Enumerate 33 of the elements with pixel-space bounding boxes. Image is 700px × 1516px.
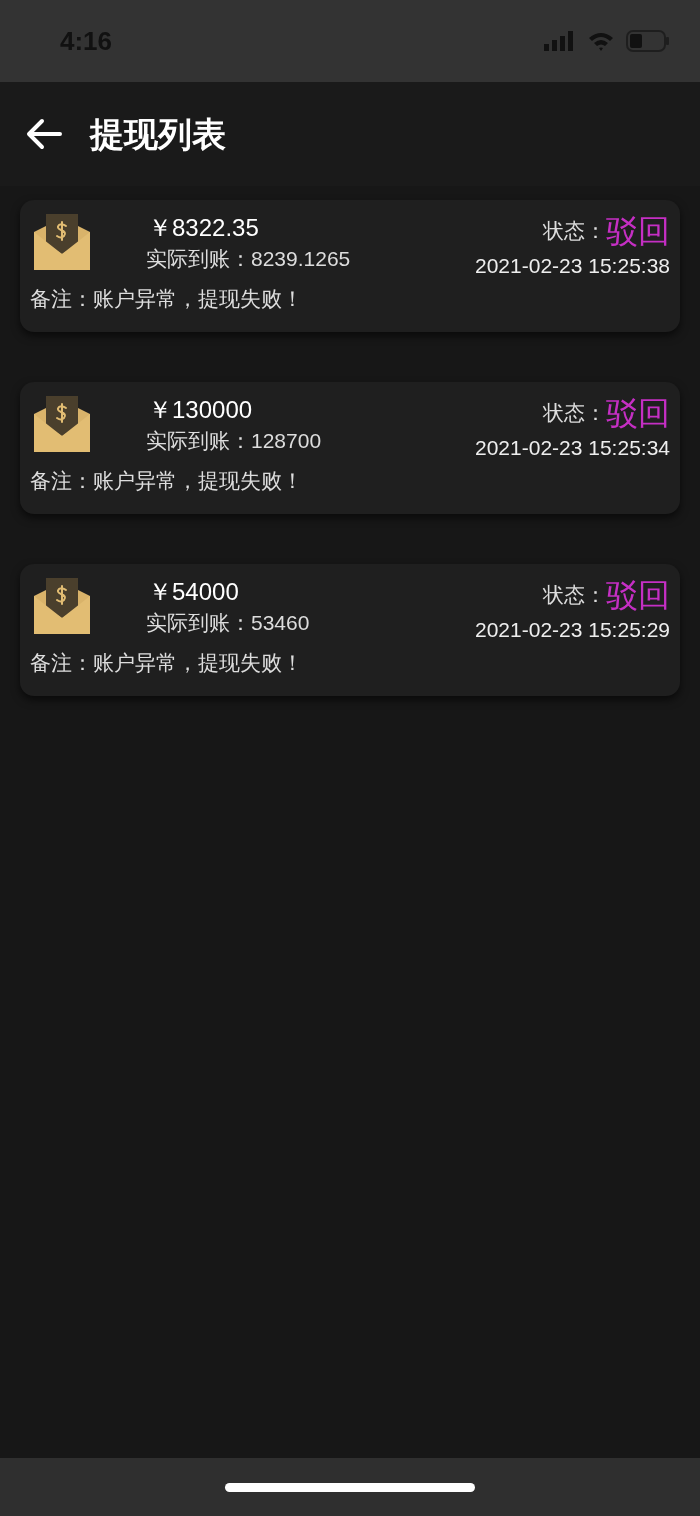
received-label: 实际到账： — [146, 428, 251, 454]
money-envelope-icon — [34, 578, 90, 634]
battery-icon — [626, 30, 670, 52]
status-label: 状态： — [543, 582, 606, 609]
status-label: 状态： — [543, 400, 606, 427]
page-title: 提现列表 — [90, 113, 226, 155]
withdrawal-card[interactable]: ￥54000 实际到账：53460 状态：驳回 2021-02-23 15:25:29 备注：账户异常，提现失败！ — [20, 564, 680, 696]
note: 备注：账户异常，提现失败！ — [30, 468, 304, 494]
amount: ￥54000 — [147, 577, 240, 607]
timestamp: 2021-02-23 15:25:38 — [475, 253, 670, 279]
signal-icon — [544, 31, 576, 51]
withdrawal-card[interactable]: ￥8322.35 实际到账：8239.1265 状态：驳回 2021-02-23 15:25:38 备注：账户异常，提现失败！ — [20, 200, 680, 332]
status-value: 驳回 — [606, 394, 670, 432]
amount: ￥8322.35 — [147, 213, 260, 243]
money-envelope-icon — [34, 214, 90, 270]
received-label: 实际到账： — [146, 610, 251, 636]
money-envelope-icon — [34, 396, 90, 452]
note: 备注：账户异常，提现失败！ — [30, 650, 304, 676]
note: 备注：账户异常，提现失败！ — [30, 286, 304, 312]
timestamp: 2021-02-23 15:25:34 — [475, 435, 670, 461]
received-amount: 128700 — [251, 428, 322, 454]
back-arrow-icon — [26, 118, 62, 150]
received-amount: 53460 — [251, 610, 310, 636]
status-value: 驳回 — [606, 576, 670, 614]
status-label: 状态： — [543, 218, 606, 245]
amount: ￥130000 — [147, 395, 254, 425]
received-amount: 8239.1265 — [251, 246, 351, 272]
back-button[interactable] — [26, 118, 62, 150]
timestamp: 2021-02-23 15:25:29 — [475, 617, 670, 643]
status-value: 驳回 — [606, 212, 670, 250]
received-label: 实际到账： — [146, 246, 251, 272]
withdrawal-card[interactable]: ￥130000 实际到账：128700 状态：驳回 2021-02-23 15:25:34 备注：账户异常，提现失败！ — [20, 382, 680, 514]
wifi-icon — [588, 31, 614, 51]
